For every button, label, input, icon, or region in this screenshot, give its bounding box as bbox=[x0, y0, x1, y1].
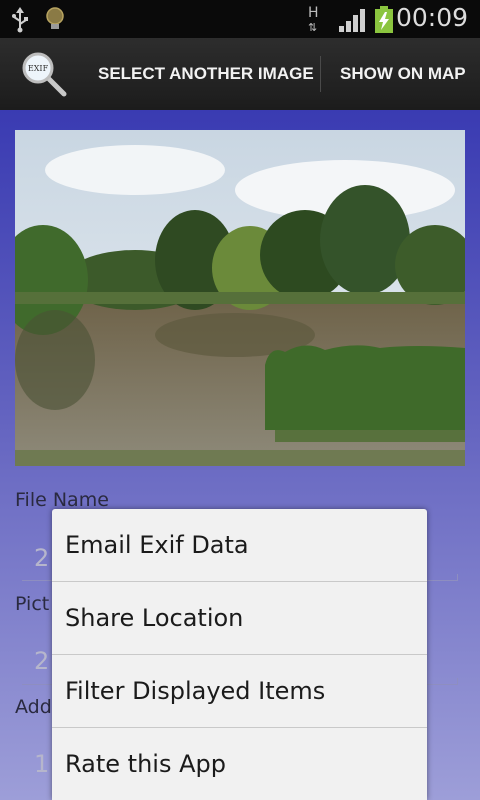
svg-text:EXIF: EXIF bbox=[28, 64, 49, 73]
signal-icon bbox=[338, 8, 368, 36]
select-another-image-button[interactable]: SELECT ANOTHER IMAGE bbox=[98, 38, 314, 110]
usb-icon bbox=[10, 7, 30, 37]
lake-landscape-photo bbox=[15, 130, 465, 466]
address-value: 1 bbox=[34, 750, 50, 778]
action-divider bbox=[320, 56, 321, 92]
picture-label: Pict bbox=[15, 593, 50, 615]
magnifier-exif-icon[interactable]: EXIF bbox=[20, 50, 68, 102]
menu-item-filter-displayed-items[interactable]: Filter Displayed Items bbox=[52, 655, 427, 727]
address-label: Add bbox=[15, 696, 52, 718]
battery-charging-icon bbox=[374, 6, 394, 38]
picture-value: 2 bbox=[34, 647, 50, 675]
lightbulb-icon bbox=[44, 6, 66, 36]
overflow-popup-menu: Email Exif Data Share Location Filter Di… bbox=[52, 509, 427, 800]
action-bar: EXIF SELECT ANOTHER IMAGE SHOW ON MAP bbox=[0, 38, 480, 111]
file-name-label: File Name bbox=[15, 489, 109, 511]
menu-item-email-exif-data[interactable]: Email Exif Data bbox=[52, 509, 427, 581]
network-h-icon: H ⇅ bbox=[308, 5, 319, 34]
file-name-value: 2 bbox=[34, 544, 50, 572]
menu-item-share-location[interactable]: Share Location bbox=[52, 582, 427, 654]
show-on-map-button[interactable]: SHOW ON MAP bbox=[340, 38, 466, 110]
status-bar: H ⇅ 00:09 bbox=[0, 0, 480, 38]
clock: 00:09 bbox=[395, 3, 468, 32]
menu-item-rate-this-app[interactable]: Rate this App bbox=[52, 728, 427, 800]
